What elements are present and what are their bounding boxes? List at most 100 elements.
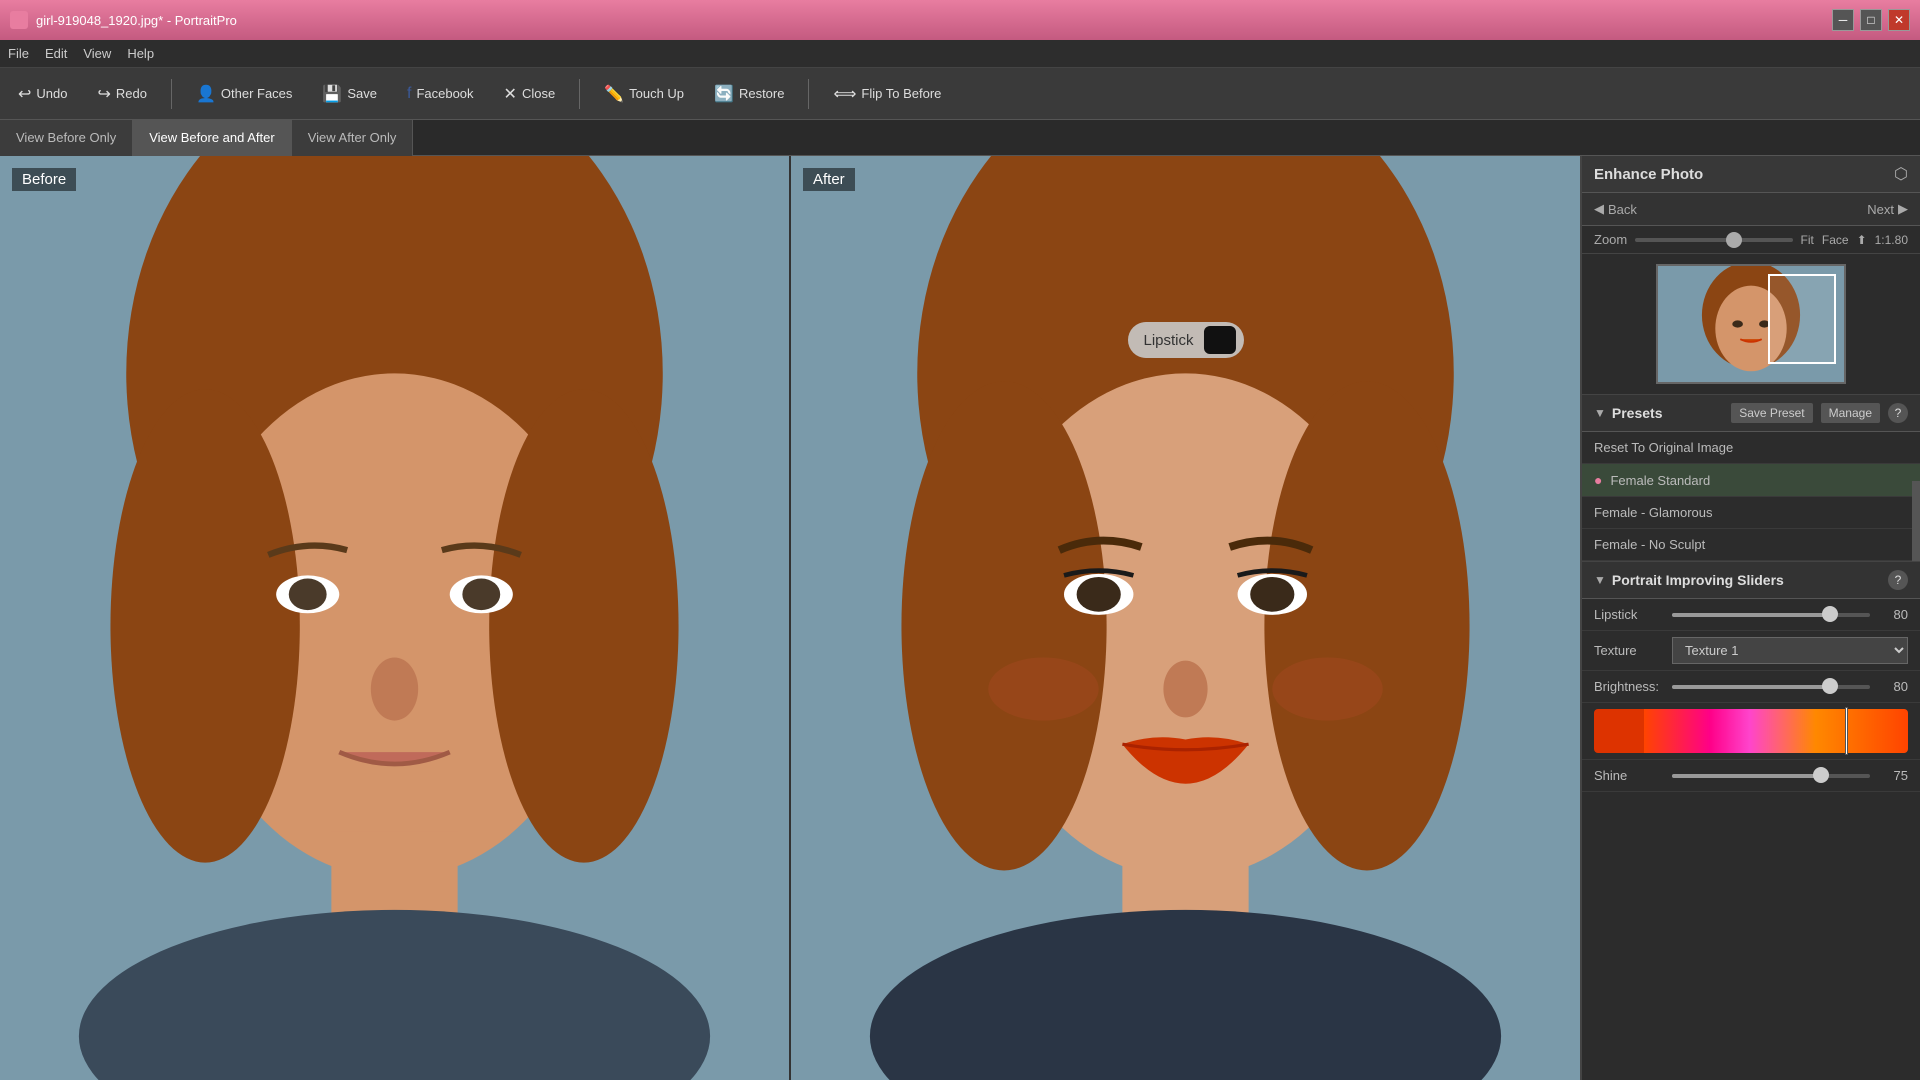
lipstick-overlay-label: Lipstick [1143, 332, 1193, 349]
presets-section: ▼ Presets Save Preset Manage ? Reset To … [1582, 395, 1920, 562]
after-panel: After Lipstick [791, 156, 1580, 1080]
sliders-help-button[interactable]: ? [1888, 570, 1908, 590]
save-button[interactable]: 💾 Save [316, 80, 383, 108]
touch-up-button[interactable]: ✏️ Touch Up [598, 80, 690, 108]
app-icon: girl-919048_1920.jpg* - PortraitPro [10, 11, 237, 29]
menu-edit[interactable]: Edit [45, 46, 67, 61]
view-before-and-after-button[interactable]: View Before and After [133, 120, 292, 156]
sliders-title: Portrait Improving Sliders [1612, 572, 1784, 588]
facebook-icon: f [407, 85, 411, 103]
color-gradient-cursor [1845, 707, 1848, 755]
enhance-title: Enhance Photo [1594, 166, 1703, 183]
view-before-only-button[interactable]: View Before Only [0, 120, 133, 156]
zoom-face-button[interactable]: Face [1822, 233, 1849, 247]
next-button[interactable]: Next ▶ [1867, 201, 1908, 217]
undo-icon: ↩ [18, 84, 31, 104]
presets-header: ▼ Presets Save Preset Manage ? [1582, 395, 1920, 432]
menu-view[interactable]: View [83, 46, 111, 61]
shine-slider-value: 75 [1878, 768, 1908, 783]
presets-collapse-icon[interactable]: ▼ [1594, 406, 1606, 420]
close-icon: ✕ [504, 84, 517, 104]
after-face-svg [791, 156, 1580, 1080]
zoom-label: Zoom [1594, 232, 1627, 247]
thumbnail-area [1582, 254, 1920, 395]
zoom-slider[interactable] [1635, 238, 1792, 242]
redo-button[interactable]: ↪ Redo [91, 80, 152, 108]
preset-item-glamorous[interactable]: Female - Glamorous [1582, 497, 1920, 529]
image-area: Before [0, 156, 1580, 1080]
facebook-button[interactable]: f Facebook [401, 81, 480, 107]
view-after-only-button[interactable]: View After Only [292, 120, 414, 156]
close-window-button[interactable]: ✕ [1888, 9, 1910, 31]
enhance-header: Enhance Photo ⬡ [1582, 156, 1920, 193]
flip-icon: ⟺ [833, 84, 856, 104]
color-gradient-bar[interactable] [1644, 709, 1908, 753]
brightness-slider-row: Brightness: 80 [1582, 671, 1920, 703]
back-arrow-icon: ◀ [1594, 201, 1604, 217]
right-panel: Enhance Photo ⬡ ◀ Back Next ▶ Zoom Fit F… [1580, 156, 1920, 1080]
preset-item-no-sculpt[interactable]: Female - No Sculpt [1582, 529, 1920, 561]
toolbar: ↩ Undo ↪ Redo 👤 Other Faces 💾 Save f Fac… [0, 68, 1920, 120]
save-icon: 💾 [322, 84, 342, 104]
color-picker-container [1594, 709, 1908, 753]
enhance-expand-icon[interactable]: ⬡ [1894, 164, 1908, 184]
lipstick-slider-thumb[interactable] [1822, 606, 1838, 622]
lipstick-slider-value: 80 [1878, 607, 1908, 622]
lipstick-color-swatch [1204, 326, 1236, 354]
flip-to-before-button[interactable]: ⟺ Flip To Before [827, 80, 947, 108]
menu-help[interactable]: Help [127, 46, 154, 61]
window-controls: ─ □ ✕ [1832, 9, 1910, 31]
back-button[interactable]: ◀ Back [1594, 201, 1637, 217]
thumbnail-frame [1656, 264, 1846, 384]
save-preset-button[interactable]: Save Preset [1731, 403, 1812, 423]
shine-slider-label: Shine [1594, 768, 1664, 783]
touchup-icon: ✏️ [604, 84, 624, 104]
texture-label: Texture [1594, 643, 1664, 658]
preset-item-reset[interactable]: Reset To Original Image [1582, 432, 1920, 464]
divider-1 [171, 79, 172, 109]
faces-icon: 👤 [196, 84, 216, 104]
lipstick-overlay: Lipstick [1127, 322, 1243, 358]
restore-icon: 🔄 [714, 84, 734, 104]
sliders-header: ▼ Portrait Improving Sliders ? [1582, 562, 1920, 599]
lipstick-slider-track[interactable] [1672, 613, 1870, 617]
brightness-slider-track[interactable] [1672, 685, 1870, 689]
viewbar: View Before Only View Before and After V… [0, 120, 1920, 156]
close-button[interactable]: ✕ Close [498, 80, 562, 108]
shine-slider-thumb[interactable] [1813, 767, 1829, 783]
sliders-collapse-icon[interactable]: ▼ [1594, 573, 1606, 587]
presets-scrollbar[interactable] [1912, 481, 1920, 561]
zoom-stepper-icon: ⬆ [1857, 233, 1867, 247]
next-arrow-icon: ▶ [1898, 201, 1908, 217]
zoom-fit-button[interactable]: Fit [1801, 233, 1814, 247]
shine-slider-row: Shine 75 [1582, 760, 1920, 792]
manage-button[interactable]: Manage [1821, 403, 1880, 423]
presets-help-button[interactable]: ? [1888, 403, 1908, 423]
preset-selected-icon: ● [1594, 472, 1602, 488]
divider-2 [579, 79, 580, 109]
minimize-button[interactable]: ─ [1832, 9, 1854, 31]
other-faces-button[interactable]: 👤 Other Faces [190, 80, 298, 108]
before-face-svg [0, 156, 789, 1080]
texture-dropdown[interactable]: Texture 1 [1672, 637, 1908, 664]
brightness-slider-value: 80 [1878, 679, 1908, 694]
maximize-button[interactable]: □ [1860, 9, 1882, 31]
redo-icon: ↪ [97, 84, 110, 104]
nav-row: ◀ Back Next ▶ [1582, 193, 1920, 226]
brightness-slider-thumb[interactable] [1822, 678, 1838, 694]
color-swatch-left[interactable] [1594, 709, 1644, 753]
shine-slider-track[interactable] [1672, 774, 1870, 778]
undo-button[interactable]: ↩ Undo [12, 80, 73, 108]
zoom-ratio: 1:1.80 [1875, 233, 1908, 247]
preset-item-female-standard[interactable]: ● Female Standard [1582, 464, 1920, 497]
restore-button[interactable]: 🔄 Restore [708, 80, 790, 108]
sliders-section: ▼ Portrait Improving Sliders ? Lipstick … [1582, 562, 1920, 792]
menu-file[interactable]: File [8, 46, 29, 61]
menubar: File Edit View Help [0, 40, 1920, 68]
after-image [791, 156, 1580, 1080]
after-label: After [803, 168, 855, 191]
divider-3 [808, 79, 809, 109]
texture-row: Texture Texture 1 [1582, 631, 1920, 671]
title-text: girl-919048_1920.jpg* - PortraitPro [36, 13, 237, 28]
presets-title: Presets [1612, 405, 1663, 421]
